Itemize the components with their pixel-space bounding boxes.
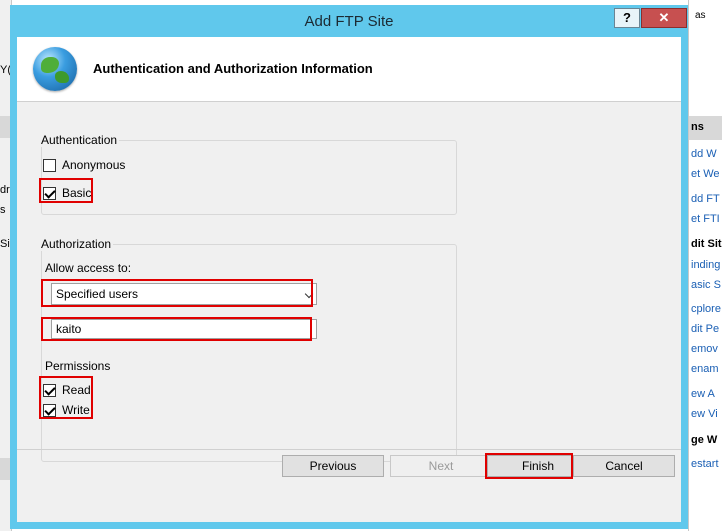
action-item[interactable]: inding: [691, 259, 720, 271]
wizard-banner: Authentication and Authorization Informa…: [17, 37, 681, 102]
permissions-label: Permissions: [45, 359, 111, 373]
basic-highlight: [39, 178, 93, 203]
authentication-group-label: Authentication: [39, 133, 120, 147]
authorization-group: [41, 244, 457, 462]
users-input-highlight: [41, 317, 312, 341]
footer-separator: [17, 449, 681, 450]
action-item[interactable]: estart: [691, 458, 719, 470]
background-left-fragment: Si: [0, 238, 10, 250]
action-item[interactable]: ew A: [691, 388, 715, 400]
authentication-group: [41, 140, 457, 215]
dialog-title-bar[interactable]: Add FTP Site ? ✕: [10, 5, 688, 37]
allow-access-highlight: [41, 279, 313, 307]
permissions-highlight: [39, 376, 93, 419]
action-item[interactable]: dd FT: [691, 193, 720, 205]
action-item[interactable]: enam: [691, 363, 719, 375]
action-item[interactable]: dit Pe: [691, 323, 719, 335]
cancel-button[interactable]: Cancel: [573, 455, 675, 477]
allow-access-label: Allow access to:: [45, 261, 132, 275]
background-left-fragment: s: [0, 204, 6, 216]
anonymous-checkbox-row[interactable]: Anonymous: [43, 157, 125, 173]
previous-button[interactable]: Previous: [282, 455, 384, 477]
actions-header: ns: [689, 116, 722, 140]
action-section-title: ge W: [691, 434, 718, 446]
background-right-top-fragment: as: [695, 10, 706, 21]
action-item[interactable]: ew Vi: [691, 408, 718, 420]
add-ftp-site-dialog: Add FTP Site ? ✕ Authentication and Auth…: [10, 5, 688, 529]
action-item[interactable]: et FTI: [691, 213, 720, 225]
action-section-title: dit Sit: [691, 238, 722, 250]
close-button[interactable]: ✕: [641, 8, 687, 28]
background-left-fragment: dr: [0, 184, 10, 196]
action-item[interactable]: cplore: [691, 303, 721, 315]
action-item[interactable]: dd W: [691, 148, 717, 160]
dialog-title: Add FTP Site: [304, 13, 394, 30]
action-item[interactable]: et We: [691, 168, 720, 180]
help-button[interactable]: ?: [614, 8, 640, 28]
anonymous-checkbox[interactable]: [43, 158, 56, 172]
globe-icon: [33, 47, 77, 91]
action-item[interactable]: emov: [691, 343, 718, 355]
actions-header-label: ns: [691, 121, 704, 133]
action-item[interactable]: asic S: [691, 279, 721, 291]
background-actions-pane: as ns dd W et We dd FT et FTI dit Sit in…: [688, 0, 722, 531]
wizard-step-title: Authentication and Authorization Informa…: [93, 61, 373, 76]
finish-highlight: [485, 453, 573, 479]
dialog-client-area: Authentication and Authorization Informa…: [17, 37, 681, 522]
authorization-group-label: Authorization: [39, 237, 114, 251]
anonymous-label: Anonymous: [62, 158, 126, 172]
next-button[interactable]: Next: [390, 455, 492, 477]
